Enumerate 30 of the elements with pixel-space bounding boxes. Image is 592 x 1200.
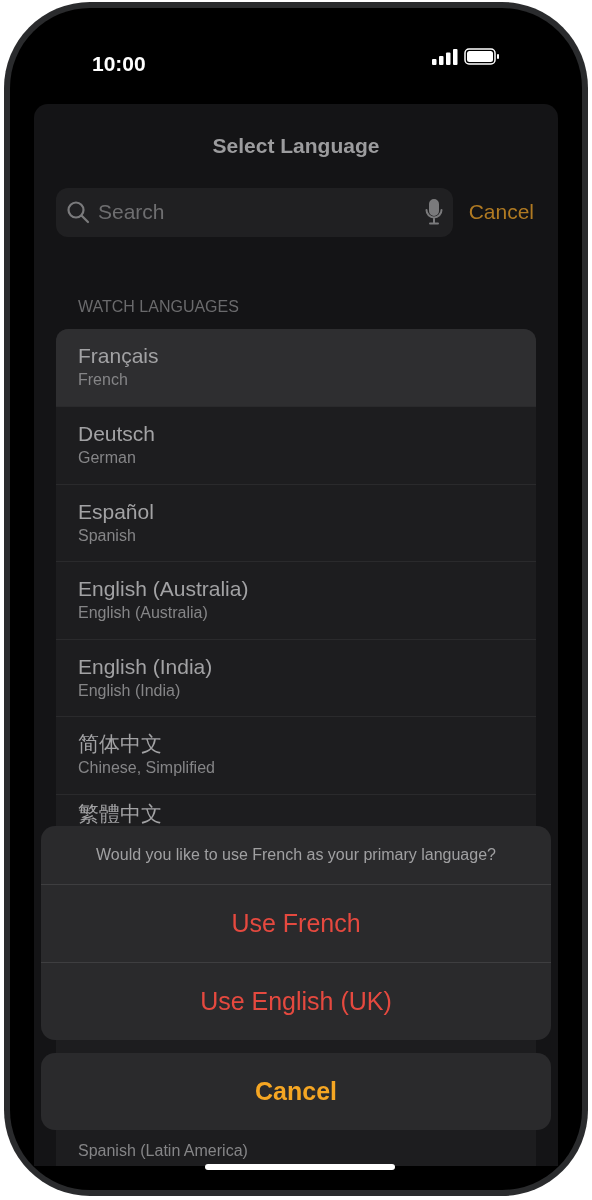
cancel-link[interactable]: Cancel <box>468 196 536 228</box>
search-field[interactable]: Search <box>56 187 453 237</box>
language-subtitle: English (Australia) <box>78 603 209 624</box>
language-name: 繁體中文 <box>78 800 163 827</box>
language-name: English (Australia) <box>78 576 250 603</box>
cancel-button[interactable]: Cancel <box>41 1053 551 1130</box>
language-name: Español <box>78 498 155 525</box>
battery-icon <box>464 48 500 65</box>
search-icon <box>66 200 90 224</box>
language-name: English (India) <box>78 653 214 680</box>
section-header: WATCH LANGUAGES <box>78 296 240 317</box>
language-name: Français <box>78 343 160 370</box>
language-row[interactable]: Français French <box>56 328 536 406</box>
language-name: 简体中文 <box>78 731 163 758</box>
language-subtitle: Spanish <box>78 525 137 546</box>
language-subtitle: Chinese, Simplified <box>78 758 216 779</box>
language-subtitle: English (India) <box>78 680 182 701</box>
sheet-title: Select Language <box>211 133 381 159</box>
action-button[interactable]: Use English (UK) <box>41 962 551 1040</box>
language-subtitle: German <box>78 448 137 469</box>
language-name: Deutsch <box>78 421 157 448</box>
language-subtitle: Spanish (Latin America) <box>78 1142 248 1159</box>
action-button[interactable]: Use French <box>41 884 551 962</box>
language-row[interactable]: Spanish (Latin America) <box>56 1139 536 1163</box>
action-message: Would you like to use French as your primary language? <box>95 845 497 865</box>
search-input[interactable]: Search <box>98 196 417 228</box>
status-time: 10:00 <box>92 51 146 77</box>
microphone-icon[interactable] <box>424 199 443 225</box>
signal-icon <box>432 48 458 65</box>
language-subtitle: French <box>78 370 129 391</box>
